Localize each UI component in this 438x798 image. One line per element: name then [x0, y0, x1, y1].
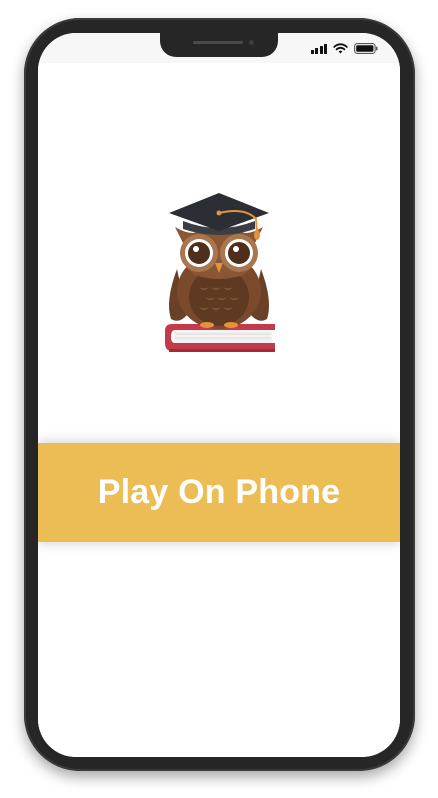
phone-screen: Play On Phone [38, 33, 400, 757]
front-camera [249, 40, 254, 45]
battery-icon [354, 43, 378, 54]
status-icons [310, 42, 379, 54]
speaker-grille [193, 41, 243, 44]
notch [160, 33, 278, 57]
cellular-signal-icon [310, 43, 327, 54]
wifi-icon [333, 43, 348, 54]
app-content: Play On Phone [38, 63, 400, 757]
status-bar [38, 33, 400, 63]
play-on-phone-label: Play On Phone [97, 473, 341, 511]
page: Play On Phone [0, 0, 438, 798]
owl-mascot-illustration [161, 191, 277, 367]
play-on-phone-button[interactable]: Play On Phone [38, 443, 400, 542]
